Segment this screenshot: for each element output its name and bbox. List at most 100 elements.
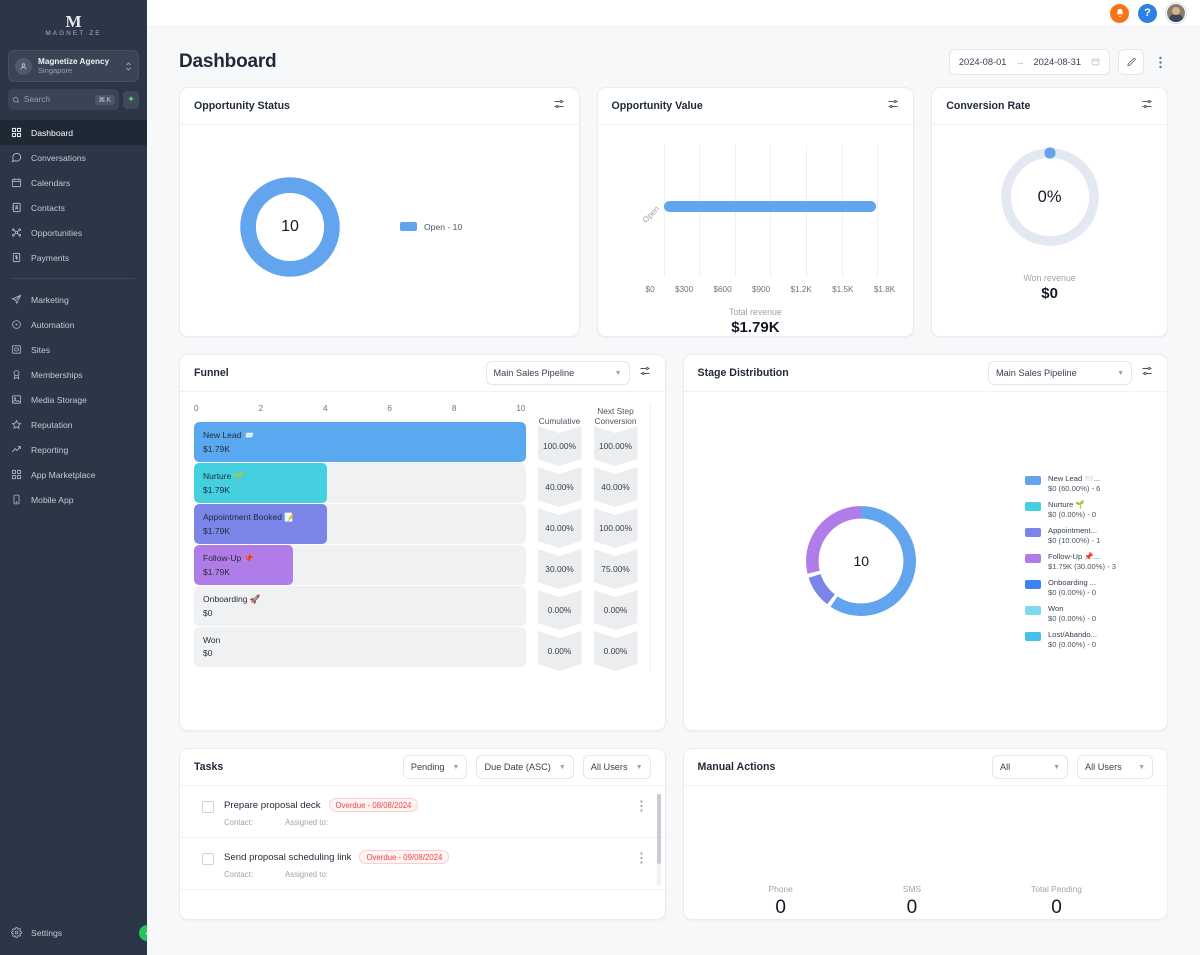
sidebar-item-calendars[interactable]: Calendars bbox=[0, 170, 147, 195]
award-icon bbox=[10, 368, 23, 381]
funnel-stage-row[interactable]: Follow-Up 📌 $1.79K bbox=[194, 545, 526, 585]
chart-settings-icon[interactable] bbox=[887, 97, 899, 115]
select-value: Pending bbox=[410, 762, 445, 772]
sidebar-item-memberships[interactable]: Memberships bbox=[0, 362, 147, 387]
manual-type-filter[interactable]: All ▼ bbox=[992, 755, 1068, 779]
org-switcher[interactable]: Magnetize Agency Singapore bbox=[8, 50, 139, 82]
task-row[interactable]: Send proposal scheduling link Overdue - … bbox=[180, 838, 665, 890]
image-icon bbox=[10, 393, 23, 406]
funnel-stage-name: Won bbox=[203, 635, 221, 645]
stage-pipeline-select[interactable]: Main Sales Pipeline ▼ bbox=[988, 361, 1132, 385]
chevron-down-icon: ▼ bbox=[1138, 763, 1145, 771]
tasks-list: Prepare proposal deck Overdue - 08/08/20… bbox=[180, 786, 665, 890]
notifications-icon[interactable] bbox=[1110, 3, 1129, 23]
chart-settings-icon[interactable] bbox=[1141, 97, 1153, 115]
x-tick: $1.8K bbox=[873, 285, 896, 294]
chart-settings-icon[interactable] bbox=[553, 97, 565, 115]
sidebar-item-media-storage[interactable]: Media Storage bbox=[0, 387, 147, 412]
x-tick: 0 bbox=[194, 404, 199, 413]
legend-item[interactable]: Appointment... $0 (10.00%) - 1 bbox=[1025, 526, 1153, 545]
ai-sparkle-button[interactable]: ✦ bbox=[123, 90, 139, 109]
card-title: Opportunity Value bbox=[611, 100, 703, 112]
donut-chart: 10 bbox=[795, 495, 927, 627]
date-to[interactable]: 2024-08-31 bbox=[1033, 57, 1081, 67]
sidebar-item-mobile-app[interactable]: Mobile App bbox=[0, 487, 147, 512]
task-row[interactable]: Prepare proposal deck Overdue - 08/08/20… bbox=[180, 786, 665, 838]
card-header: Funnel Main Sales Pipeline ▼ bbox=[180, 355, 665, 392]
sidebar-item-automation[interactable]: Automation bbox=[0, 312, 147, 337]
edit-dashboard-button[interactable] bbox=[1118, 49, 1144, 75]
funnel-stage-row[interactable]: Onboarding 🚀 $0 bbox=[194, 586, 526, 626]
legend-item[interactable]: New Lead 📨... $0 (60.00%) - 6 bbox=[1025, 474, 1153, 493]
select-value: All Users bbox=[590, 762, 628, 772]
select-value: All bbox=[1000, 762, 1011, 772]
chevron-down-icon: ▼ bbox=[614, 369, 622, 377]
legend-label: New Lead 📨... bbox=[1048, 473, 1101, 483]
card-title: Stage Distribution bbox=[697, 367, 789, 379]
gauge-chart: 0% bbox=[994, 141, 1106, 253]
funnel-stage-row[interactable]: New Lead 📨 $1.79K bbox=[194, 422, 526, 462]
sidebar-item-opportunities[interactable]: Opportunities bbox=[0, 220, 147, 245]
sidebar-item-app-marketplace[interactable]: App Marketplace bbox=[0, 462, 147, 487]
chart-settings-icon[interactable] bbox=[639, 364, 651, 382]
sidebar-item-dashboard[interactable]: Dashboard bbox=[0, 120, 147, 145]
task-checkbox[interactable] bbox=[202, 853, 214, 865]
card-header: Stage Distribution Main Sales Pipeline ▼ bbox=[683, 355, 1167, 392]
cumulative-cell: 100.00% bbox=[538, 426, 582, 466]
date-range-picker[interactable]: 2024-08-01 → 2024-08-31 bbox=[948, 49, 1110, 75]
funnel-pipeline-select[interactable]: Main Sales Pipeline ▼ bbox=[485, 361, 630, 385]
legend-item[interactable]: Won $0 (0.00%) - 0 bbox=[1025, 604, 1153, 623]
sidebar-item-contacts[interactable]: Contacts bbox=[0, 195, 147, 220]
status-badge: Overdue - 09/08/2024 bbox=[359, 850, 450, 864]
legend-item[interactable]: Nurture 🌱 $0 (0.00%) - 0 bbox=[1025, 500, 1153, 519]
chart-settings-icon[interactable] bbox=[1141, 364, 1153, 382]
legend-label: Onboarding ... bbox=[1048, 577, 1097, 587]
page-title: Dashboard bbox=[179, 51, 277, 72]
won-revenue-kpi: Won revenue $0 bbox=[932, 273, 1167, 302]
task-meta: Contact: Assigned to: bbox=[224, 818, 630, 827]
avatar[interactable] bbox=[1166, 3, 1186, 23]
sidebar-item-marketing[interactable]: Marketing bbox=[0, 287, 147, 312]
sidebar-item-reputation[interactable]: Reputation bbox=[0, 412, 147, 437]
task-content: Send proposal scheduling link Overdue - … bbox=[224, 850, 630, 879]
search-input[interactable]: Search ⌘K bbox=[8, 89, 119, 110]
task-content: Prepare proposal deck Overdue - 08/08/20… bbox=[224, 798, 630, 827]
funnel-cumulative-column: Cumulative 100.00% 40.00% 40.00% 30.00% … bbox=[538, 404, 582, 672]
legend-item[interactable]: Follow-Up 📌... $1.79K (30.00%) - 3 bbox=[1025, 552, 1153, 571]
date-from[interactable]: 2024-08-01 bbox=[959, 57, 1007, 67]
task-menu-button[interactable] bbox=[639, 800, 651, 815]
tasks-status-filter[interactable]: Pending ▼ bbox=[402, 755, 468, 779]
funnel-stage-row[interactable]: Won $0 bbox=[194, 627, 526, 667]
task-title-row: Send proposal scheduling link Overdue - … bbox=[224, 850, 630, 864]
card-tools: Pending ▼ Due Date (ASC) ▼ All Users ▼ bbox=[402, 755, 651, 779]
legend-label: Won bbox=[1048, 603, 1064, 613]
funnel-stage-row[interactable]: Appointment Booked 📝 $1.79K bbox=[194, 504, 526, 544]
card-header: Conversion Rate bbox=[932, 88, 1167, 125]
task-menu-button[interactable] bbox=[639, 852, 651, 867]
tasks-sort-filter[interactable]: Due Date (ASC) ▼ bbox=[476, 755, 574, 779]
task-checkbox[interactable] bbox=[202, 801, 214, 813]
opportunity-value-chart: Open $0 $300 $600 $900 $1.2K $1.5K $1.8K bbox=[598, 125, 914, 336]
scrollbar-thumb[interactable] bbox=[656, 794, 661, 864]
funnel-stage-row[interactable]: Nurture 🌱 $1.79K bbox=[194, 463, 526, 503]
card-header: Opportunity Status bbox=[180, 88, 579, 125]
org-location: Singapore bbox=[38, 66, 73, 75]
help-icon[interactable]: ? bbox=[1138, 3, 1157, 23]
sidebar-item-payments[interactable]: Payments bbox=[0, 245, 147, 270]
calendar-icon[interactable] bbox=[1091, 57, 1100, 68]
manual-user-filter[interactable]: All Users ▼ bbox=[1077, 755, 1153, 779]
tasks-user-filter[interactable]: All Users ▼ bbox=[582, 755, 651, 779]
x-tick: 10 bbox=[516, 404, 526, 413]
sidebar-item-sites[interactable]: Sites bbox=[0, 337, 147, 362]
chart-legend: Open - 10 bbox=[400, 222, 462, 232]
legend-item[interactable]: Lost/Abando... $0 (0.00%) - 0 bbox=[1025, 630, 1153, 649]
stat-value: 0 bbox=[1051, 897, 1062, 918]
stat-label: SMS bbox=[902, 884, 922, 894]
sidebar-item-reporting[interactable]: Reporting bbox=[0, 437, 147, 462]
logo[interactable]: M MAGNET·ZE bbox=[0, 0, 147, 44]
sidebar-item-conversations[interactable]: Conversations bbox=[0, 145, 147, 170]
card-title: Opportunity Status bbox=[194, 100, 290, 112]
legend-item[interactable]: Onboarding ... $0 (0.00%) - 0 bbox=[1025, 578, 1153, 597]
more-options-button[interactable] bbox=[1152, 49, 1168, 75]
sidebar-item-settings[interactable]: Settings bbox=[0, 926, 147, 939]
